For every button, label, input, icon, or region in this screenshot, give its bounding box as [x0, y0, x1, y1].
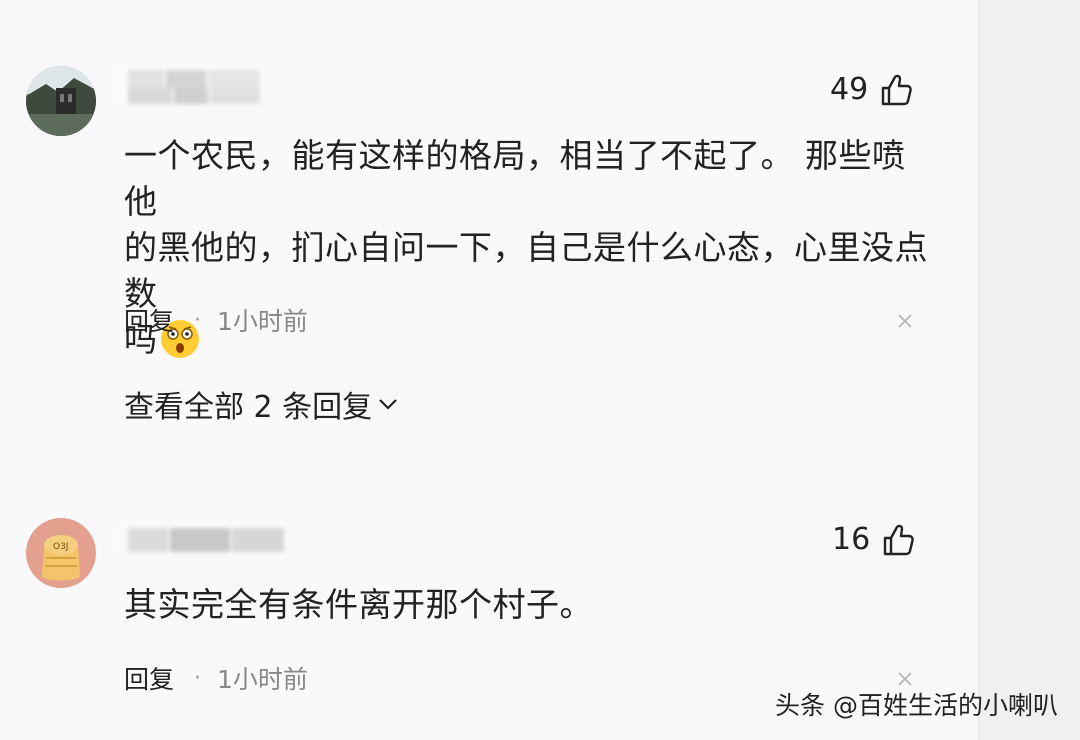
svg-text:O3J: O3J — [53, 542, 68, 552]
view-replies-label: 查看全部 2 条回复 — [124, 390, 373, 425]
username-blurred[interactable] — [118, 522, 288, 564]
comment-meta: 回复 · 1小时前 — [124, 302, 308, 338]
watermark: 头条 @百姓生活的小喇叭 — [775, 691, 1058, 720]
separator-dot: · — [194, 665, 202, 691]
like-count: 49 — [830, 72, 869, 107]
thumbs-up-icon[interactable] — [882, 523, 914, 557]
reply-button[interactable]: 回复 — [124, 660, 174, 696]
comment-meta: 回复 · 1小时前 — [124, 660, 308, 696]
like-control[interactable]: 16 — [832, 522, 914, 557]
comment-text: 其实完全有条件离开那个村子。 — [124, 582, 934, 628]
reply-button[interactable]: 回复 — [124, 302, 174, 338]
view-all-replies-button[interactable]: 查看全部 2 条回复 — [124, 382, 398, 426]
avatar[interactable]: O3J — [26, 518, 96, 588]
like-control[interactable]: 49 — [830, 72, 912, 107]
comment-line: 一个农民，能有这样的格局，相当了不起了。 那些喷他 — [124, 136, 906, 221]
separator-dot: · — [194, 307, 202, 333]
timestamp: 1小时前 — [217, 665, 308, 694]
chevron-down-icon — [379, 399, 397, 410]
close-icon[interactable] — [896, 312, 916, 332]
comment-item: 49 一个农民，能有这样的格局，相当了不起了。 那些喷他 的黑他的，扪心自问一下… — [0, 0, 978, 470]
like-count: 16 — [832, 522, 871, 557]
thumbs-up-icon[interactable] — [880, 73, 912, 107]
scroll-area-edge — [978, 0, 1080, 740]
comment-line: 其实完全有条件离开那个村子。 — [124, 585, 593, 624]
username-blurred[interactable] — [118, 64, 264, 106]
avatar[interactable] — [26, 66, 96, 136]
timestamp: 1小时前 — [217, 307, 308, 336]
